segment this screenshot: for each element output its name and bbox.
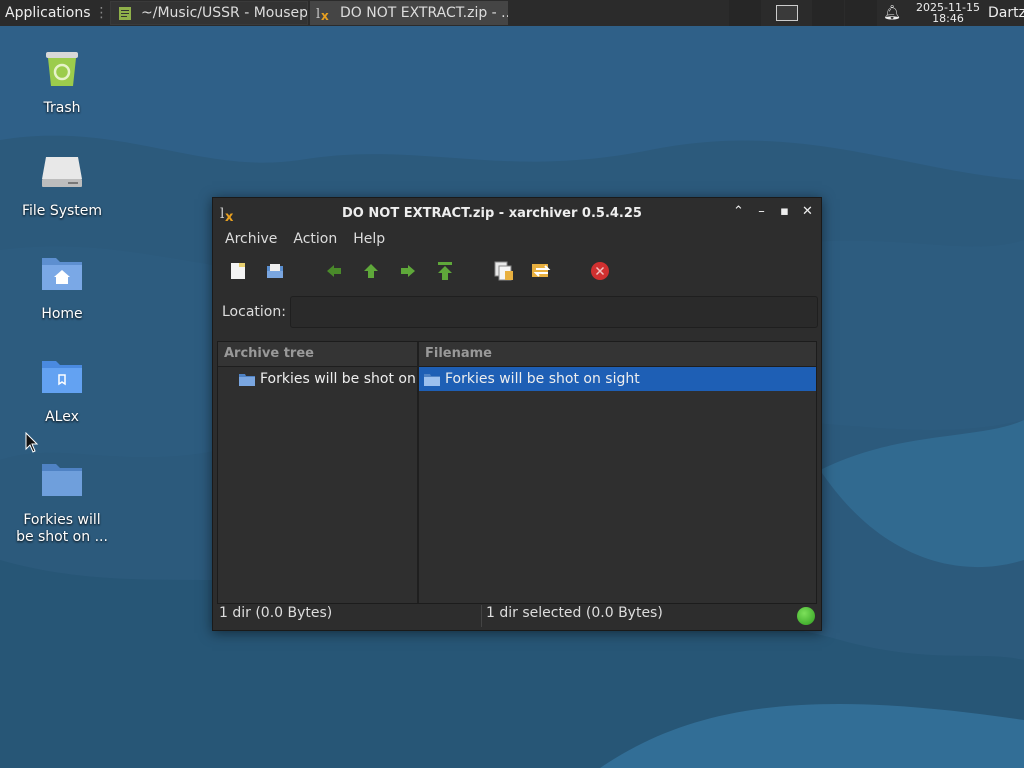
desktop-icon-alex[interactable]: ALex <box>14 351 110 425</box>
back-button[interactable] <box>323 260 345 282</box>
up-button[interactable] <box>360 260 382 282</box>
menu-help[interactable]: Help <box>345 231 393 247</box>
desktop-icon-label: Trash <box>43 100 81 116</box>
file-row[interactable]: Forkies will be shot on sight <box>419 367 816 391</box>
clock[interactable]: 2025-11-15 18:46 <box>914 2 982 24</box>
desktop-icon-file-system[interactable]: File System <box>14 145 110 219</box>
taskbar-label: DO NOT EXTRACT.zip - ... <box>340 5 508 21</box>
xarchiver-window: lx DO NOT EXTRACT.zip - xarchiver 0.5.4.… <box>212 197 822 631</box>
home-button[interactable] <box>434 260 456 282</box>
mouse-cursor-icon <box>25 432 39 453</box>
location-label: Location: <box>222 304 286 320</box>
convert-icon <box>532 264 551 277</box>
archive-panes: Archive tree Forkies will be shot on sig… <box>217 341 817 604</box>
home-folder-icon <box>42 258 82 290</box>
go-top-icon <box>438 262 452 280</box>
open-archive-icon <box>267 264 283 278</box>
tree-item[interactable]: Forkies will be shot on sight <box>218 367 417 391</box>
applications-menu-button[interactable]: Applications ⋮ <box>0 0 110 26</box>
desktop-icon-trash[interactable]: Trash <box>14 42 110 116</box>
tree-item-label: Forkies will be shot on sight <box>260 371 417 387</box>
taskbar-button-xarchiver[interactable]: lx DO NOT EXTRACT.zip - ... <box>310 1 508 25</box>
desktop-icon-label: File System <box>21 203 103 219</box>
file-list-pane: Filename Forkies will be shot on sight <box>419 342 816 603</box>
menubar: Archive Action Help <box>213 228 821 250</box>
archive-tree-header[interactable]: Archive tree <box>218 342 417 367</box>
xarchiver-icon: lx <box>220 206 234 222</box>
menu-action[interactable]: Action <box>285 231 345 247</box>
status-selected: 1 dir selected (0.0 Bytes) <box>481 605 797 627</box>
filename-column-header[interactable]: Filename <box>419 342 816 367</box>
xarchiver-icon: lx <box>316 7 329 21</box>
menu-archive[interactable]: Archive <box>217 231 285 247</box>
desktop-icon-forkies-folder[interactable]: Forkies will be shot on ... <box>14 454 110 546</box>
maximize-icon[interactable]: ▪ <box>777 204 792 219</box>
extract-icon <box>494 261 513 281</box>
desktop-icon-home[interactable]: Home <box>14 248 110 322</box>
stop-icon <box>591 262 609 280</box>
location-input[interactable] <box>289 296 818 328</box>
desktop-icon-label: Forkies will be shot on ... <box>16 512 108 545</box>
workspace-switcher-icon[interactable] <box>776 5 798 21</box>
applications-label: Applications <box>5 5 91 21</box>
panel-spacer <box>845 0 877 26</box>
panel-spacer <box>812 0 844 26</box>
toolbar <box>213 250 821 292</box>
taskbar-label: ~/Music/USSR - Mousep... <box>141 5 308 21</box>
new-archive-button[interactable] <box>227 260 249 282</box>
extract-button[interactable] <box>493 260 515 282</box>
text-editor-icon <box>119 7 131 20</box>
folder-icon <box>239 373 255 386</box>
status-led-icon <box>797 607 815 625</box>
open-archive-button[interactable] <box>264 260 286 282</box>
taskbar-button-mousepad[interactable]: ~/Music/USSR - Mousep... <box>110 1 308 25</box>
svg-text:l: l <box>316 7 320 21</box>
folder-icon <box>424 373 440 386</box>
convert-button[interactable] <box>530 260 552 282</box>
panel-spacer <box>729 0 761 26</box>
archive-tree-pane: Archive tree Forkies will be shot on sig… <box>218 342 419 603</box>
clock-time: 18:46 <box>932 12 964 25</box>
close-icon[interactable]: ✕ <box>800 204 815 219</box>
window-titlebar[interactable]: lx DO NOT EXTRACT.zip - xarchiver 0.5.4.… <box>213 198 821 228</box>
new-document-icon <box>231 263 245 279</box>
arrow-up-icon <box>364 264 378 278</box>
user-menu[interactable]: Dartz <box>988 5 1024 21</box>
status-bar: 1 dir (0.0 Bytes) 1 dir selected (0.0 By… <box>217 605 817 627</box>
bookmark-folder-icon <box>42 361 82 393</box>
window-title: DO NOT EXTRACT.zip - xarchiver 0.5.4.25 <box>342 205 642 221</box>
status-total: 1 dir (0.0 Bytes) <box>219 605 333 621</box>
arrow-left-icon <box>327 265 341 277</box>
notification-bell-icon[interactable]: 🔔︎ <box>882 5 902 21</box>
shade-up-icon[interactable]: ⌃ <box>731 204 746 219</box>
location-bar: Location: <box>213 292 821 332</box>
desktop-icon-label: ALex <box>45 409 79 425</box>
drive-icon <box>42 157 82 187</box>
file-row-label: Forkies will be shot on sight <box>445 371 640 387</box>
trash-icon <box>46 52 78 86</box>
svg-text:x: x <box>321 9 329 21</box>
cancel-button[interactable] <box>589 260 611 282</box>
desktop-icon-label: Home <box>41 306 83 322</box>
minimize-icon[interactable]: – <box>754 204 769 219</box>
top-panel: Applications ⋮ ~/Music/USSR - Mousep... l… <box>0 0 1024 26</box>
svg-text:x: x <box>225 210 234 222</box>
folder-icon <box>42 464 82 496</box>
arrow-right-icon <box>401 265 415 277</box>
forward-button[interactable] <box>397 260 419 282</box>
